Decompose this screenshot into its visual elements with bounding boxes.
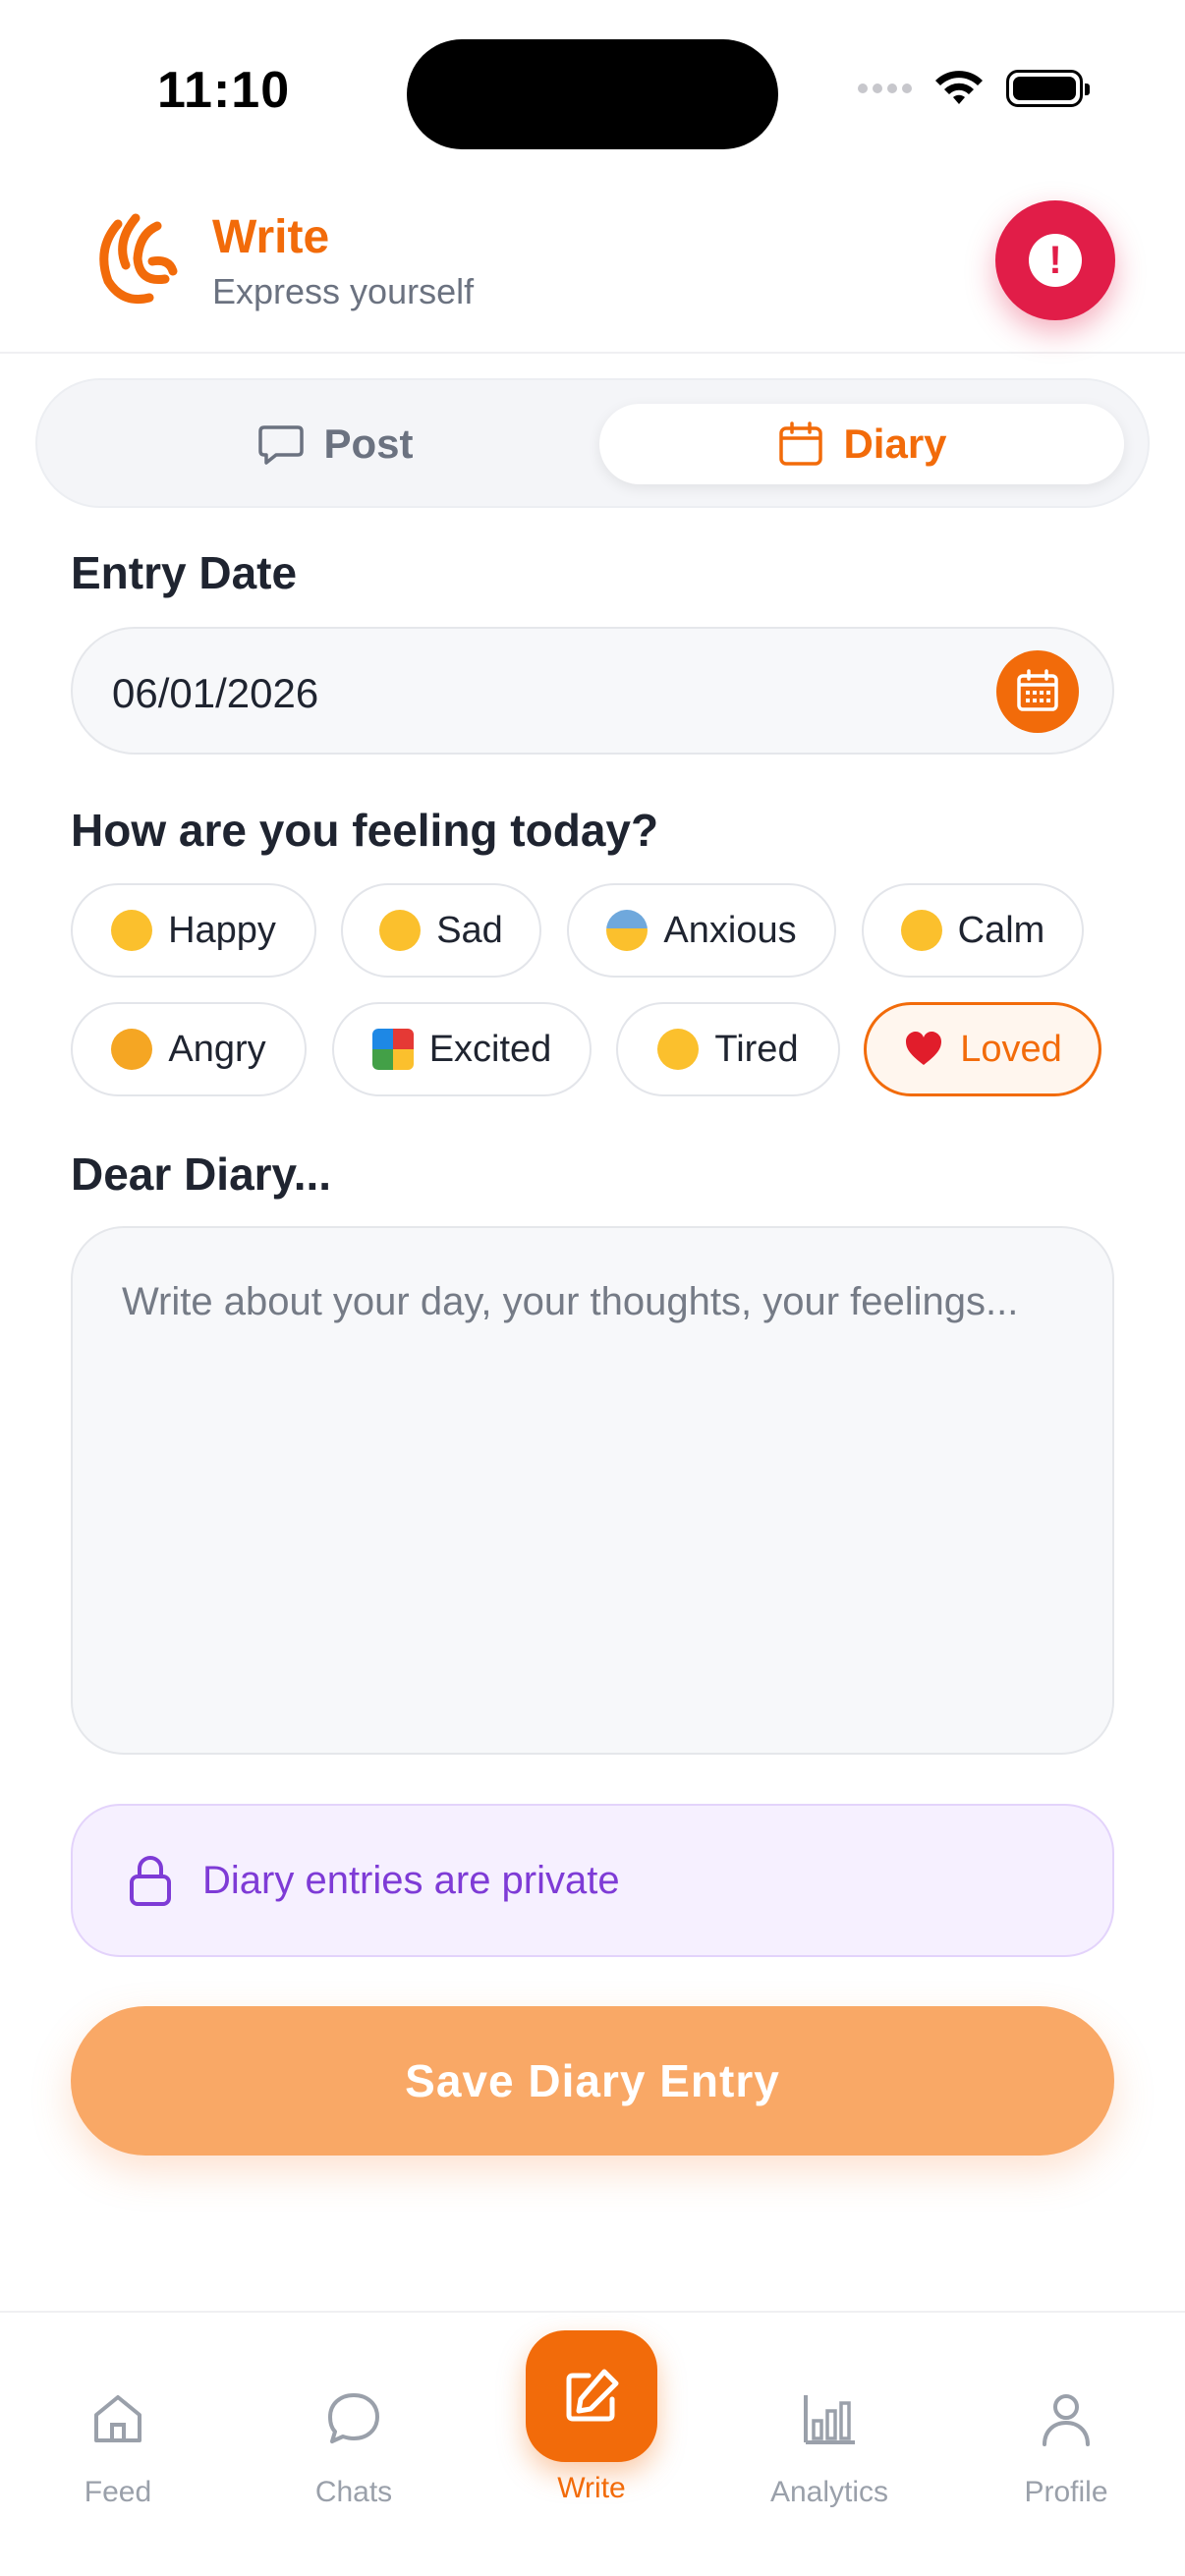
nav-item-chats[interactable]: Chats [255,2313,452,2509]
calendar-grid-icon [1017,669,1058,711]
wifi-icon [935,71,983,104]
entry-date-field[interactable]: 06/01/2026 [71,627,1114,755]
user-icon [1043,2394,1090,2446]
nav-label: Write [557,2472,626,2504]
tab-diary-label: Diary [843,420,947,467]
anxious-face-icon [606,910,649,951]
lock-icon [130,1856,171,1906]
red-heart-icon [906,1032,942,1065]
nav-label: Chats [314,2476,393,2508]
party-popper-icon [371,1029,414,1070]
app-header: Write Express yourself ! [0,177,1185,354]
mode-tabs: Post Diary [35,378,1150,508]
edit-icon [566,2369,619,2422]
mood-chip-sad[interactable]: Sad [341,883,541,978]
entry-date-value: 06/01/2026 [112,670,319,716]
tab-diary[interactable]: Diary [599,404,1124,484]
mood-chip-tired[interactable]: Tired [616,1002,840,1096]
smiling-face-icon [111,910,153,951]
mood-chip-label: Anxious [663,909,797,951]
mood-chip-label: Happy [168,909,276,951]
bottom-navigation: Feed Chats Write Analytics Profile [0,2311,1185,2576]
angry-face-icon [111,1029,153,1070]
calendar-icon [779,421,823,466]
tab-post-label: Post [323,420,414,467]
entry-date-label: Entry Date [71,547,298,598]
mood-label: How are you feeling today? [71,805,659,856]
mood-chip-angry[interactable]: Angry [71,1002,307,1096]
mood-chip-calm[interactable]: Calm [862,883,1084,978]
page-subtitle: Express yourself [212,271,475,311]
nav-label: Feed [84,2476,152,2508]
dynamic-island [407,39,778,149]
mood-chip-excited[interactable]: Excited [332,1002,592,1096]
speech-bubble-icon [258,425,305,465]
mood-chip-label: Angry [168,1028,266,1070]
save-diary-entry-button[interactable]: Save Diary Entry [71,2006,1114,2156]
battery-icon [1006,70,1090,107]
diary-label: Dear Diary... [71,1148,332,1200]
nav-item-analytics[interactable]: Analytics [731,2313,928,2509]
mood-chip-label: Tired [714,1028,799,1070]
diary-textarea-wrapper [71,1226,1114,1755]
exclamation-icon: ! [1029,234,1082,287]
mood-chip-anxious[interactable]: Anxious [567,883,836,978]
mood-chip-label: Excited [428,1028,552,1070]
alert-button[interactable]: ! [995,200,1115,320]
mood-chip-label: Sad [436,909,503,951]
privacy-notice: Diary entries are private [71,1804,1114,1957]
diary-textarea[interactable] [122,1277,1063,1704]
bar-chart-icon [804,2395,855,2444]
chat-bubble-icon [328,2393,379,2443]
mood-chip-loved[interactable]: Loved [864,1002,1101,1096]
nav-label: Analytics [769,2476,889,2508]
status-icons [858,69,1090,108]
mood-chip-happy[interactable]: Happy [71,883,316,978]
cellular-signal-icon [858,84,912,93]
hand-wave-logo-icon [99,213,178,305]
date-picker-button[interactable] [996,650,1079,733]
mood-chip-label: Calm [957,909,1045,951]
tab-post[interactable]: Post [73,404,597,484]
privacy-notice-text: Diary entries are private [202,1858,620,1902]
pensive-face-icon [379,910,422,951]
nav-item-profile[interactable]: Profile [968,2313,1164,2509]
nav-item-write[interactable]: Write [493,2313,690,2509]
nav-item-feed[interactable]: Feed [20,2313,216,2509]
write-fab[interactable] [526,2330,657,2462]
mood-chip-label: Loved [960,1028,1062,1070]
page-title: Write [212,211,330,263]
status-time: 11:10 [157,62,291,119]
nav-label: Profile [1024,2476,1108,2508]
relieved-face-icon [900,910,942,951]
sleeping-face-icon [657,1029,700,1070]
home-icon [94,2395,141,2442]
